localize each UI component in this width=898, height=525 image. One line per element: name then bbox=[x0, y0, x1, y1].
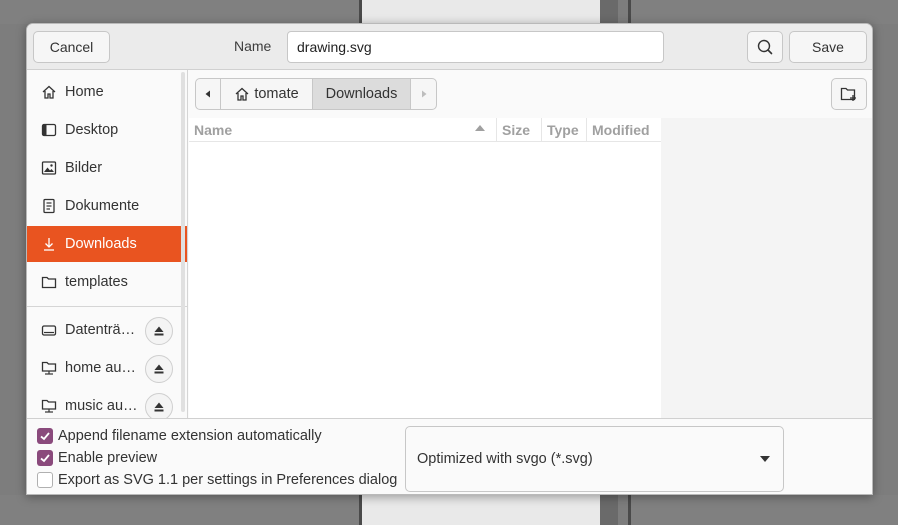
export-svg11-checkbox[interactable] bbox=[37, 472, 53, 488]
search-button[interactable] bbox=[747, 31, 783, 63]
save-options-panel: Append filename extension automatically … bbox=[27, 418, 872, 494]
checkmark-icon bbox=[40, 432, 50, 441]
column-name-header[interactable]: Name bbox=[189, 118, 496, 142]
background-window-right bbox=[630, 0, 898, 24]
sidebar-item-documents[interactable]: Dokumente bbox=[27, 188, 187, 224]
sidebar-item-label: templates bbox=[65, 274, 128, 290]
eject-button[interactable] bbox=[145, 355, 173, 383]
save-file-dialog: Cancel Name Save Home Desktop bbox=[26, 23, 873, 495]
sidebar-scrollbar[interactable] bbox=[181, 72, 185, 412]
column-size-header[interactable]: Size bbox=[496, 118, 541, 142]
file-type-dropdown[interactable]: Optimized with svgo (*.svg) bbox=[405, 426, 784, 492]
column-modified-header[interactable]: Modified bbox=[586, 118, 661, 142]
eject-button[interactable] bbox=[145, 393, 173, 421]
sidebar-item-pictures[interactable]: Bilder bbox=[27, 150, 187, 186]
sidebar-separator bbox=[27, 306, 187, 307]
path-bar: tomate Downloads bbox=[195, 78, 437, 110]
sidebar-item-label: Desktop bbox=[65, 122, 119, 138]
places-sidebar: Home Desktop Bilder Dokumente Downloads bbox=[27, 70, 188, 421]
documents-icon bbox=[40, 197, 58, 215]
checkmark-icon bbox=[40, 454, 50, 463]
enable-preview-option[interactable]: Enable preview bbox=[37, 450, 157, 466]
path-current-button[interactable]: Downloads bbox=[313, 79, 411, 109]
network-folder-icon bbox=[40, 397, 58, 415]
cancel-button[interactable]: Cancel bbox=[33, 31, 110, 63]
file-list[interactable] bbox=[189, 118, 661, 418]
sidebar-item-home[interactable]: Home bbox=[27, 74, 187, 110]
search-icon bbox=[757, 39, 773, 55]
file-type-selected: Optimized with svgo (*.svg) bbox=[417, 451, 593, 467]
sidebar-item-templates[interactable]: templates bbox=[27, 264, 187, 300]
eject-icon bbox=[154, 402, 164, 412]
path-home-button[interactable]: tomate bbox=[221, 79, 313, 109]
background-window-middle-bottom bbox=[360, 495, 600, 525]
new-folder-button[interactable] bbox=[831, 78, 867, 110]
background-window-middle bbox=[360, 0, 600, 24]
chevron-right-icon bbox=[421, 90, 426, 98]
new-folder-icon bbox=[840, 87, 856, 101]
eject-button[interactable] bbox=[145, 317, 173, 345]
eject-icon bbox=[154, 364, 164, 374]
sidebar-item-label: Home bbox=[65, 84, 104, 100]
file-list-header: Name Size Type Modified bbox=[189, 118, 661, 142]
sidebar-item-label: music au… bbox=[65, 398, 138, 414]
path-home-label: tomate bbox=[254, 86, 299, 102]
dropdown-arrow-icon bbox=[760, 456, 770, 462]
path-forward-button[interactable] bbox=[411, 79, 436, 109]
eject-icon bbox=[154, 326, 164, 336]
background-window-right-bottom bbox=[630, 495, 898, 525]
drive-icon bbox=[40, 321, 58, 339]
sidebar-item-label: Datenträ… bbox=[65, 322, 136, 338]
background-window-left bbox=[0, 0, 360, 24]
export-svg11-option[interactable]: Export as SVG 1.1 per settings in Prefer… bbox=[37, 472, 397, 488]
path-back-button[interactable] bbox=[196, 79, 221, 109]
column-type-header[interactable]: Type bbox=[541, 118, 586, 142]
chevron-left-icon bbox=[205, 90, 210, 98]
enable-preview-label: Enable preview bbox=[58, 450, 158, 466]
sidebar-item-label: home au… bbox=[65, 360, 136, 376]
downloads-icon bbox=[40, 235, 58, 253]
save-button[interactable]: Save bbox=[789, 31, 867, 63]
sidebar-item-label: Bilder bbox=[65, 160, 103, 176]
name-label: Name bbox=[234, 38, 272, 54]
filename-input[interactable] bbox=[287, 31, 664, 63]
sidebar-item-downloads[interactable]: Downloads bbox=[27, 226, 187, 262]
home-icon bbox=[235, 87, 249, 101]
desktop-icon bbox=[40, 121, 58, 139]
sort-ascending-icon bbox=[475, 125, 485, 131]
pictures-icon bbox=[40, 159, 58, 177]
home-icon bbox=[40, 83, 58, 101]
network-folder-icon bbox=[40, 359, 58, 377]
background-window-left-bottom bbox=[0, 495, 360, 525]
preview-pane bbox=[661, 118, 872, 418]
append-extension-checkbox[interactable] bbox=[37, 428, 53, 444]
append-extension-option[interactable]: Append filename extension automatically bbox=[37, 428, 322, 444]
export-svg11-label: Export as SVG 1.1 per settings in Prefer… bbox=[58, 472, 398, 488]
sidebar-item-desktop[interactable]: Desktop bbox=[27, 112, 187, 148]
dialog-header: Cancel Name Save bbox=[27, 24, 872, 70]
sidebar-item-label: Downloads bbox=[65, 236, 137, 252]
sidebar-item-label: Dokumente bbox=[65, 198, 140, 214]
append-extension-label: Append filename extension automatically bbox=[58, 428, 322, 444]
path-current-label: Downloads bbox=[325, 86, 398, 102]
enable-preview-checkbox[interactable] bbox=[37, 450, 53, 466]
folder-icon bbox=[40, 273, 58, 291]
